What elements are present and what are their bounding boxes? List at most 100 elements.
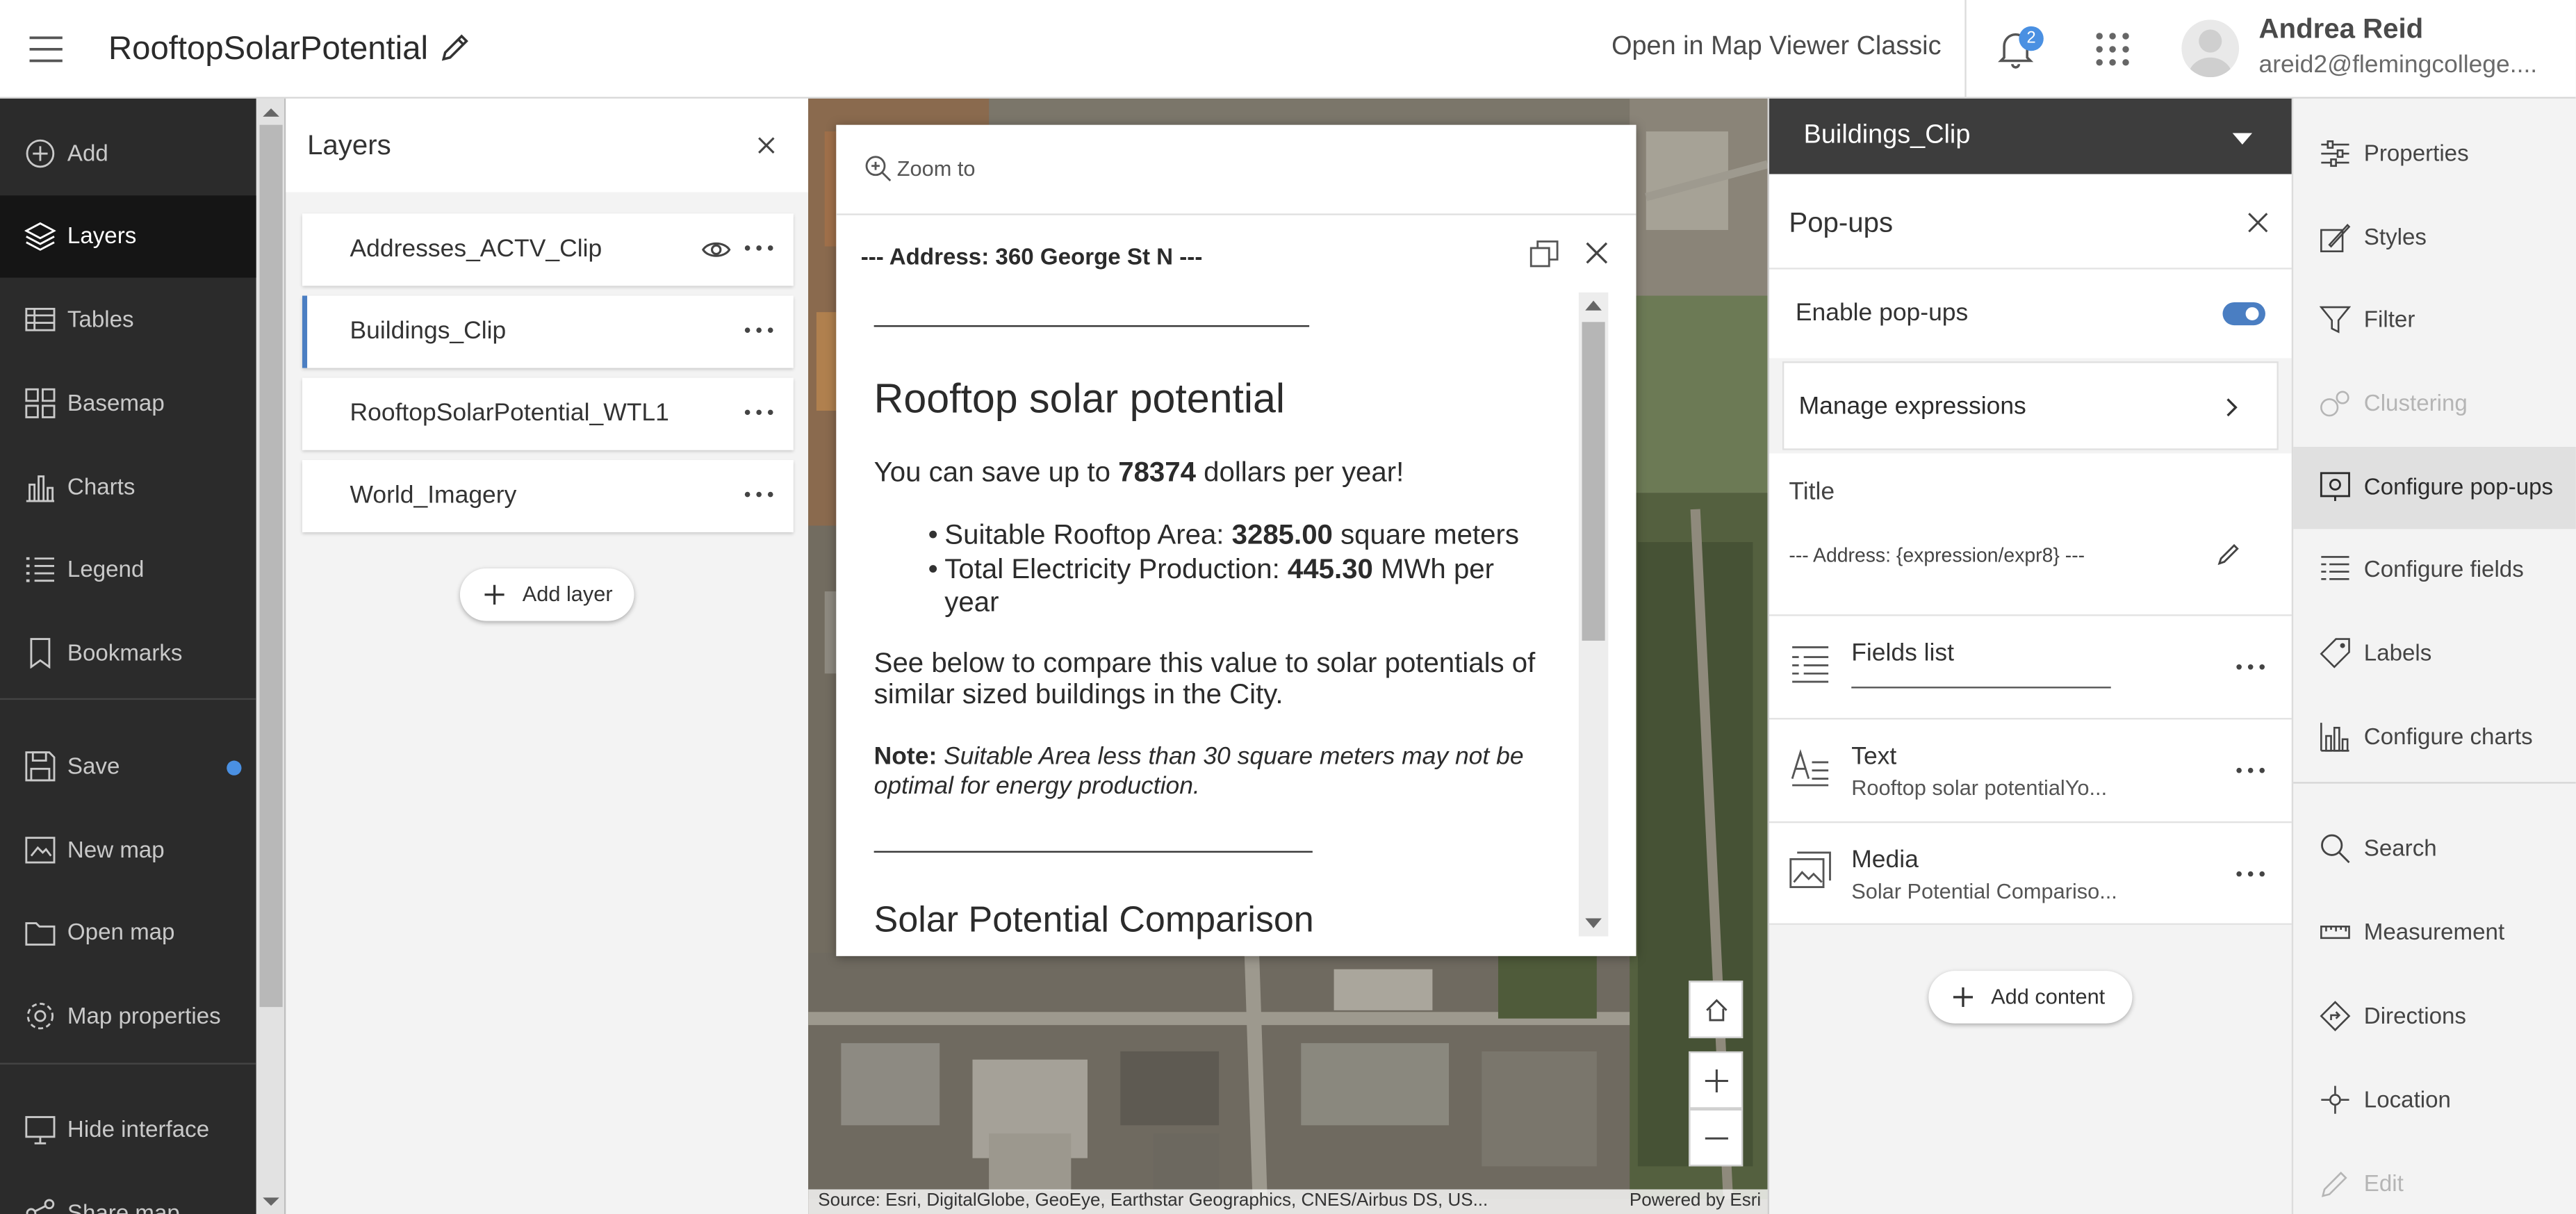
scroll-down-icon[interactable] <box>263 1196 279 1208</box>
close-icon[interactable] <box>754 133 778 157</box>
popup-heading: Rooftop solar potential <box>873 376 1286 423</box>
directions-icon <box>2320 1001 2351 1032</box>
tool-configure-charts[interactable]: Configure charts <box>2293 696 2576 778</box>
nav-bookmarks[interactable]: Bookmarks <box>0 613 256 695</box>
tool-label: Configure pop-ups <box>2363 473 2554 500</box>
tool-label: Measurement <box>2363 918 2505 945</box>
production-unit-cont: year <box>944 586 999 618</box>
manage-expressions-button[interactable]: Manage expressions <box>1782 361 2279 450</box>
scroll-down-icon[interactable] <box>1585 918 1602 928</box>
more-options-icon[interactable] <box>2235 662 2265 672</box>
zoom-in-button[interactable] <box>1689 1051 1744 1109</box>
content-element-fields-list[interactable]: Fields list <box>1769 614 2294 719</box>
layer-item-imagery[interactable]: World_Imagery <box>302 459 794 532</box>
home-button[interactable] <box>1689 981 1744 1039</box>
more-options-icon[interactable] <box>744 243 774 253</box>
close-icon[interactable] <box>2246 211 2270 235</box>
chevron-right-icon <box>2226 398 2238 417</box>
nav-label: Charts <box>67 473 136 500</box>
scroll-thumb[interactable] <box>1582 322 1605 641</box>
layer-selector[interactable]: Buildings_Clip <box>1769 98 2294 174</box>
share-icon <box>26 1199 55 1214</box>
visibility-eye-icon[interactable] <box>701 236 731 263</box>
tool-configure-popups[interactable]: Configure pop-ups <box>2293 447 2576 530</box>
enable-popups-toggle[interactable] <box>2222 302 2265 326</box>
scroll-thumb[interactable] <box>259 124 283 1008</box>
pencil-icon[interactable] <box>2216 541 2242 567</box>
tool-properties[interactable]: Properties <box>2293 113 2576 195</box>
nav-divider <box>0 1063 256 1065</box>
nav-charts[interactable]: Charts <box>0 447 256 529</box>
more-options-icon[interactable] <box>744 489 774 499</box>
tool-search[interactable]: Search <box>2293 808 2576 890</box>
toggle-knob <box>2245 307 2259 320</box>
more-options-icon[interactable] <box>2235 869 2265 879</box>
content-element-media[interactable]: Media Solar Potential Compariso... <box>1769 821 2294 925</box>
bullet: • <box>928 519 938 550</box>
dock-icon[interactable] <box>1529 240 1559 268</box>
nav-share-map[interactable]: Share map <box>0 1173 256 1214</box>
nav-legend[interactable]: Legend <box>0 529 256 611</box>
nav-open-map[interactable]: Open map <box>0 892 256 974</box>
popup-scrollbar[interactable] <box>1578 292 1609 937</box>
element-underline <box>1851 687 2111 689</box>
nav-label: Basemap <box>67 389 165 416</box>
scroll-up-icon[interactable] <box>263 107 279 119</box>
area-value: 3285.00 <box>1231 519 1333 550</box>
attribution-source[interactable]: Source: Esri, DigitalGlobe, GeoEye, Eart… <box>818 1190 1488 1214</box>
nav-label: Bookmarks <box>67 639 183 666</box>
more-options-icon[interactable] <box>744 325 774 335</box>
nav-new-map[interactable]: New map <box>0 810 256 892</box>
savings-line: You can save up to 78374 dollars per yea… <box>874 457 1404 489</box>
open-classic-link[interactable]: Open in Map Viewer Classic <box>1611 33 1941 63</box>
zoom-out-button[interactable] <box>1689 1108 1744 1167</box>
layer-item-rooftop[interactable]: RooftopSolarPotential_WTL1 <box>302 377 794 450</box>
element-summary: Rooftop solar potentialYo... <box>1851 775 2108 801</box>
add-content-button[interactable]: Add content <box>1928 971 2133 1024</box>
sliders-icon <box>2321 140 2349 167</box>
app-launcher-icon[interactable] <box>2093 30 2133 69</box>
close-icon[interactable] <box>1584 240 1610 266</box>
divider-line <box>873 851 1313 853</box>
nav-scrollbar[interactable] <box>256 98 286 1214</box>
nav-map-properties[interactable]: Map properties <box>0 976 256 1058</box>
hamburger-menu-icon[interactable] <box>28 31 64 67</box>
tool-filter[interactable]: Filter <box>2293 279 2576 361</box>
tool-location[interactable]: Location <box>2293 1060 2576 1142</box>
nav-add[interactable]: Add <box>0 113 256 195</box>
user-email[interactable]: areid2@flemingcollege.... <box>2259 51 2538 79</box>
tool-configure-fields[interactable]: Configure fields <box>2293 529 2576 611</box>
scroll-up-icon[interactable] <box>1585 300 1602 311</box>
layer-selector-label: Buildings_Clip <box>1803 121 1971 150</box>
tool-measurement[interactable]: Measurement <box>2293 892 2576 974</box>
avatar[interactable] <box>2181 19 2240 78</box>
nav-tables[interactable]: Tables <box>0 279 256 361</box>
header-divider <box>1964 0 1967 99</box>
zoom-in-magnifier-icon <box>865 156 892 182</box>
tool-directions[interactable]: Directions <box>2293 976 2576 1058</box>
nav-save[interactable]: Save <box>0 726 256 808</box>
add-layer-label: Add layer <box>522 581 613 607</box>
layer-item-buildings[interactable]: Buildings_Clip <box>302 295 794 368</box>
layer-item-addresses[interactable]: Addresses_ACTV_Clip <box>302 213 794 286</box>
nav-layers[interactable]: Layers <box>0 195 256 278</box>
pencil-icon[interactable] <box>438 31 471 64</box>
more-options-icon[interactable] <box>2235 766 2265 776</box>
title-expression[interactable]: --- Address: {expression/expr8} --- <box>1789 543 2085 566</box>
layers-title: Layers <box>307 129 391 161</box>
add-layer-button[interactable]: Add layer <box>459 568 634 621</box>
nav-label: Hide interface <box>67 1115 210 1142</box>
layer-name: World_Imagery <box>350 481 517 509</box>
user-name[interactable]: Andrea Reid <box>2259 13 2424 46</box>
nav-basemap[interactable]: Basemap <box>0 363 256 445</box>
tool-styles[interactable]: Styles <box>2293 197 2576 279</box>
area-line: Suitable Rooftop Area: 3285.00 square me… <box>944 519 1519 552</box>
filter-icon <box>2319 306 2351 334</box>
tool-labels[interactable]: Labels <box>2293 613 2576 695</box>
powered-by-esri[interactable]: Powered by Esri <box>1630 1190 1761 1214</box>
more-options-icon[interactable] <box>744 407 774 417</box>
content-element-text[interactable]: Text Rooftop solar potentialYo... <box>1769 718 2294 821</box>
charts-icon <box>2320 723 2349 752</box>
nav-hide-interface[interactable]: Hide interface <box>0 1089 256 1171</box>
zoom-to-action[interactable]: Zoom to <box>836 125 1636 215</box>
